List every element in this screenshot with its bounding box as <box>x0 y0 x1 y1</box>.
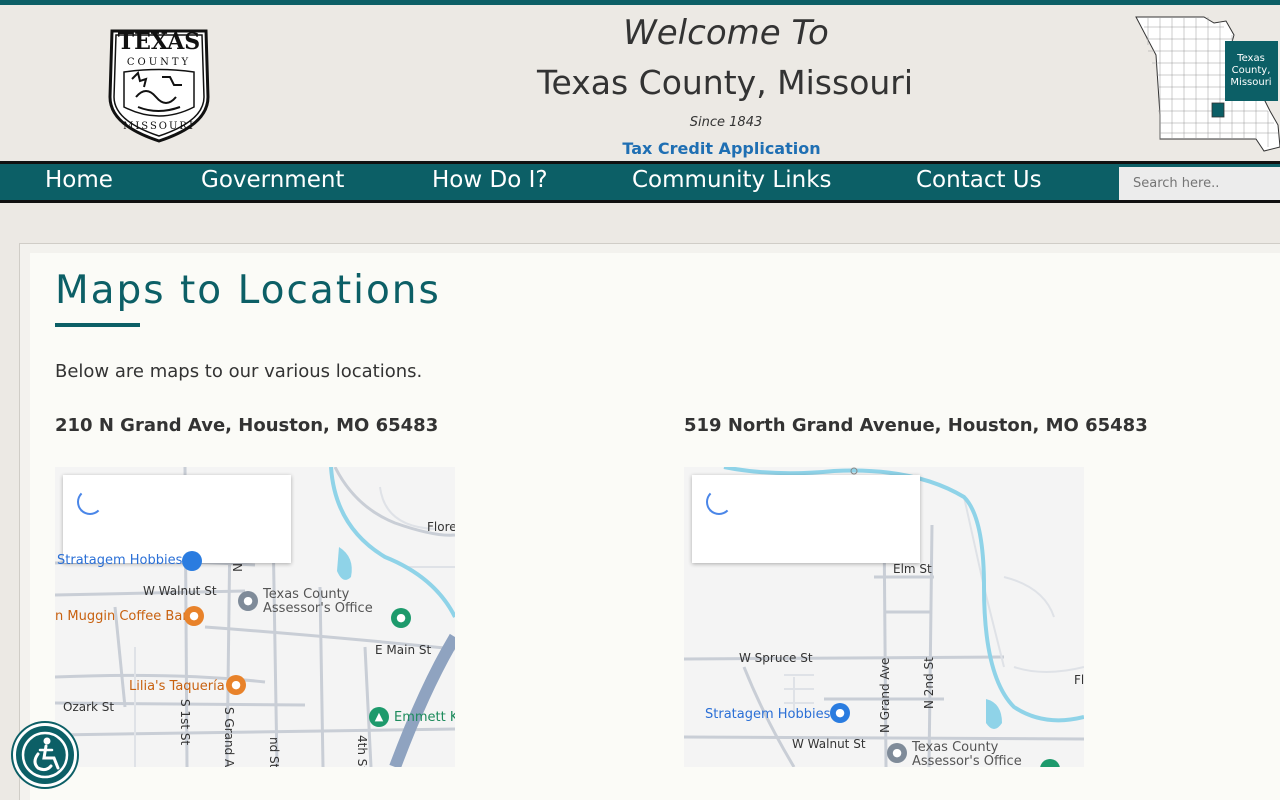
main-navigation: Home Government How Do I? Community Link… <box>0 161 1280 203</box>
map-1-label-first: S 1st St <box>178 699 192 746</box>
map-2-info-card <box>692 475 920 563</box>
map-1-label-assessor-1: Texas County <box>263 587 350 602</box>
page-title: Maps to Locations <box>55 268 441 313</box>
map-1-label-fourth: 4th St <box>355 735 369 767</box>
location-address-1: 210 N Grand Ave, Houston, MO 65483 <box>55 415 439 436</box>
accessibility-icon <box>21 731 69 779</box>
map-2-label-stratagem: Stratagem Hobbies <box>705 707 831 722</box>
map-1-label-walnut: W Walnut St <box>143 584 217 598</box>
map-2-label-spruce: W Spruce St <box>739 651 813 665</box>
map-2-label-grand: N Grand Ave <box>878 657 892 733</box>
map-1-label-second: nd St <box>267 737 281 767</box>
map-1-label-assessor-2: Assessor's Office <box>263 601 373 616</box>
map-1-label-ozark: Ozark St <box>63 700 115 714</box>
map-1-label-grand: S Grand Av <box>222 707 236 767</box>
location-map-1[interactable]: Stratagem Hobbies W Walnut St ● Texas Co… <box>55 467 455 767</box>
map-1-info-card <box>63 475 291 563</box>
intro-text: Below are maps to our various locations. <box>55 361 423 382</box>
nav-community-links[interactable]: Community Links <box>632 167 832 193</box>
government-pin-icon[interactable]: ● <box>887 743 907 763</box>
shopping-pin-icon[interactable]: ● <box>830 703 850 723</box>
nav-government[interactable]: Government <box>201 167 344 193</box>
svg-text:County,: County, <box>1232 65 1271 76</box>
accessibility-button[interactable] <box>13 723 77 787</box>
location-map-2[interactable]: Elm St W Spruce St N Grand Ave N 2nd St … <box>684 467 1084 767</box>
map-1-label-taqueria: Lilia's Taquería <box>129 679 225 694</box>
map-pin-icon[interactable] <box>182 551 202 571</box>
nav-how-do-i[interactable]: How Do I? <box>432 167 548 193</box>
map-1-label-main: E Main St <box>375 643 432 657</box>
restaurant-pin-icon[interactable]: ● <box>226 675 246 695</box>
welcome-heading: Welcome To <box>623 13 829 53</box>
location-address-2: 519 North Grand Avenue, Houston, MO 6548… <box>684 415 1148 436</box>
coffee-pin-icon[interactable]: ● <box>184 606 204 626</box>
map-1-label-n: N <box>230 563 244 572</box>
map-1-label-stratagem: Stratagem Hobbies <box>57 553 183 568</box>
nav-contact-us[interactable]: Contact Us <box>916 167 1042 193</box>
svg-text:Texas: Texas <box>1236 53 1265 64</box>
tree-pin-icon[interactable]: ▲ <box>369 707 389 727</box>
site-header: TEXAS COUNTY MISSOURI Welcome To Texas C… <box>0 5 1280 161</box>
map-2-label-fl: Fl <box>1074 673 1084 687</box>
missouri-state-map: Texas County, Missouri <box>1135 16 1280 152</box>
nav-home[interactable]: Home <box>45 167 113 193</box>
tax-credit-link[interactable]: Tax Credit Application <box>0 139 1280 158</box>
loading-spinner-icon <box>77 489 103 515</box>
map-2-label-assessor-2: Assessor's Office <box>912 754 1022 767</box>
svg-text:Missouri: Missouri <box>1230 77 1271 88</box>
government-pin-icon[interactable]: ● <box>238 591 258 611</box>
title-underline <box>55 323 140 327</box>
county-name-heading: Texas County, Missouri <box>536 63 914 102</box>
park-pin-icon[interactable]: ● <box>391 608 411 628</box>
map-2-label-assessor-1: Texas County <box>912 740 999 755</box>
search-input[interactable] <box>1119 167 1280 200</box>
loading-spinner-icon <box>706 489 732 515</box>
map-2-label-second: N 2nd St <box>922 657 936 709</box>
map-1-label-emmett: Emmett K <box>394 710 455 725</box>
map-1-label-flore: Flore <box>427 520 455 534</box>
map-1-label-coffee: n Muggin Coffee Bar <box>55 609 188 624</box>
since-text: Since 1843 <box>689 115 763 130</box>
map-2-label-elm: Elm St <box>893 562 932 576</box>
map-2-label-walnut: W Walnut St <box>792 737 866 751</box>
